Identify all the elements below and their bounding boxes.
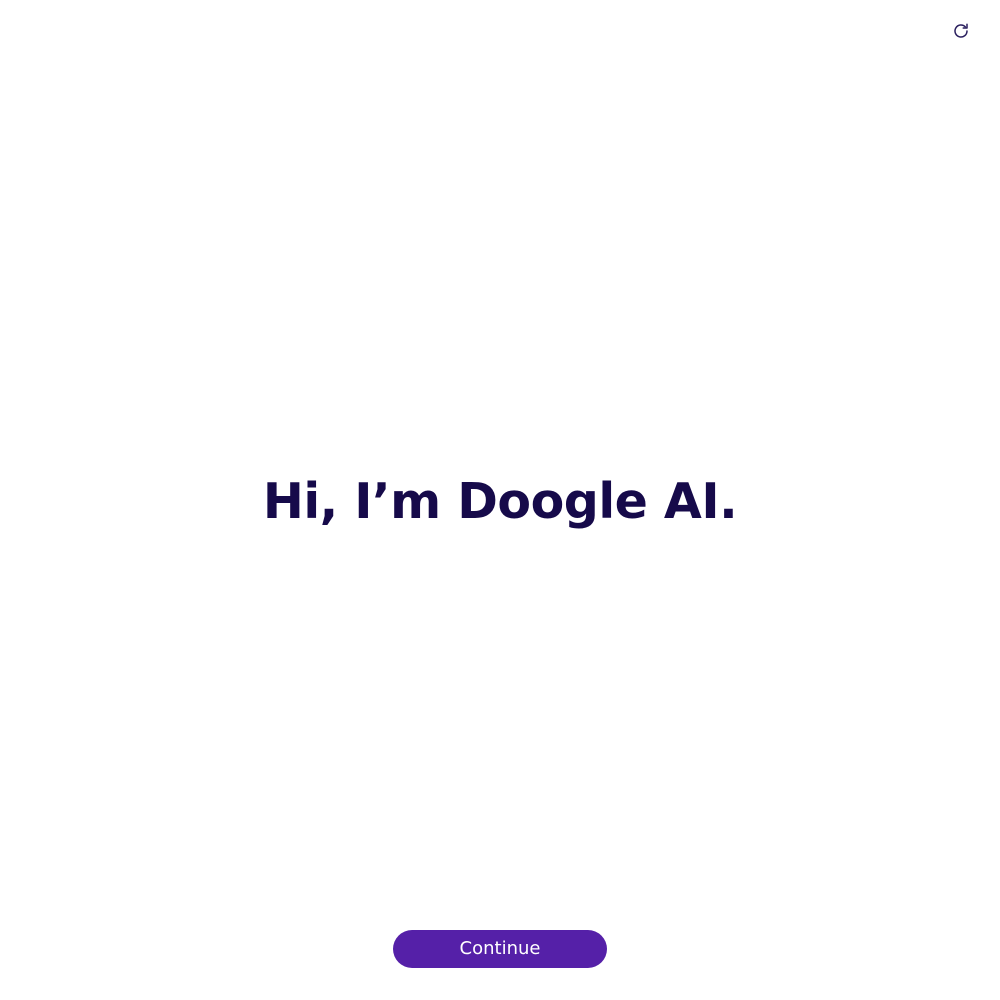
continue-button[interactable]: Continue (393, 930, 607, 968)
refresh-button[interactable] (945, 17, 977, 45)
refresh-icon (952, 22, 970, 40)
greeting-title: Hi, I’m Doogle AI. (262, 473, 738, 530)
welcome-screen: Hi, I’m Doogle AI. Continue (0, 0, 1000, 1000)
